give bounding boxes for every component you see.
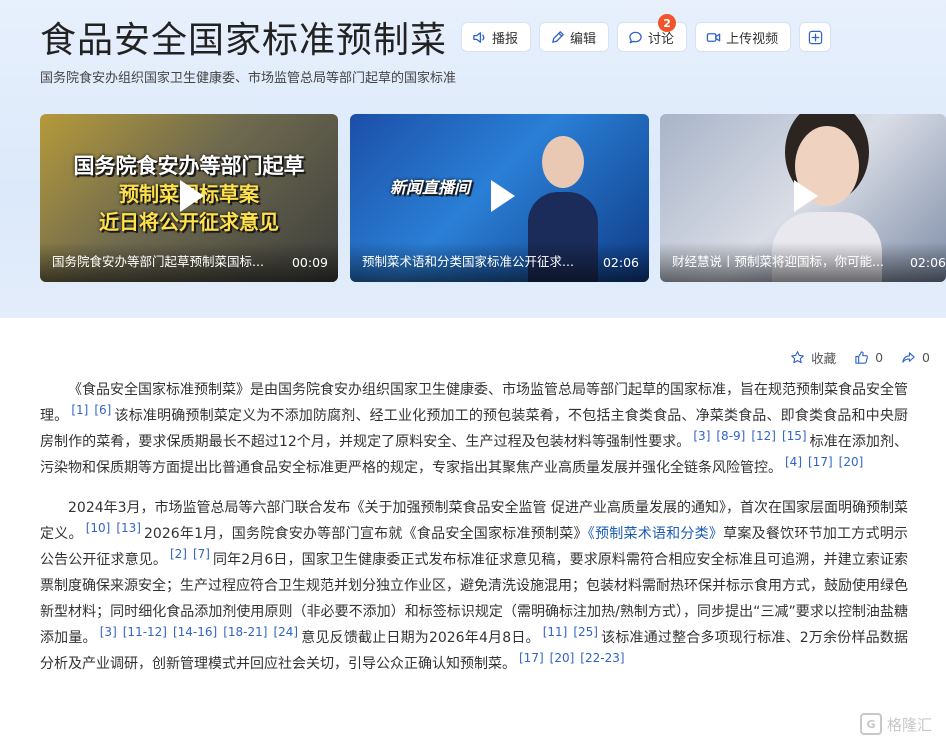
citation-link[interactable]: [4] (785, 455, 802, 469)
edit-button[interactable]: 编辑 (539, 22, 610, 52)
citation-link[interactable]: [1] (71, 403, 88, 417)
broadcast-label: 播报 (492, 31, 519, 47)
page-title: 食品安全国家标准预制菜 (40, 20, 448, 61)
citation-link[interactable]: [20] (550, 651, 575, 665)
chat-bubble-icon (629, 31, 642, 43)
broadcast-button[interactable]: 播报 (461, 22, 532, 52)
video-duration: 00:09 (291, 255, 328, 270)
like-button[interactable]: 0 (854, 350, 883, 365)
citation-link[interactable]: [10] (86, 521, 111, 535)
paragraph-2: 2024年3月，市场监管总局等六部门联合发布《关于加强预制菜食品安全监管 促进产… (40, 495, 908, 677)
citation-link[interactable]: [8-9] (716, 429, 745, 443)
share-button[interactable]: 0 (901, 350, 930, 365)
citation-link[interactable]: [15] (782, 429, 807, 443)
add-button[interactable] (799, 22, 832, 52)
video-card-2[interactable]: 新闻直播间 预制菜术语和分类国家标准公开征求... 02:06 (350, 114, 649, 282)
upload-video-button[interactable]: 上传视频 (695, 22, 792, 52)
citation-link[interactable]: [20] (839, 455, 864, 469)
video-card-1[interactable]: 国务院食安办等部门起草 预制菜国标草案 近日将公开征求意见 国务院食安办等部门起… (40, 114, 338, 282)
paragraph-text: 意见反馈截止日期为2026年4月8日。 (301, 630, 540, 646)
video-card-3[interactable]: 财经慧说丨预制菜将迎国标，你可能... 02:06 (660, 114, 946, 282)
video-caption: 预制菜术语和分类国家标准公开征求... (362, 254, 574, 269)
share-count: 0 (922, 350, 930, 365)
citation-link[interactable]: [25] (573, 625, 598, 639)
citation-link[interactable]: [14-16] (173, 625, 217, 639)
paragraph-text: 该标准明确预制菜定义为不添加防腐剂、经工业化预加工的预包装菜肴，不包括主食类食品… (40, 408, 909, 450)
citation-link[interactable]: [22-23] (580, 651, 624, 665)
citation-link[interactable]: [18-21] (223, 625, 267, 639)
watermark-logo-icon: G (859, 713, 882, 735)
article-body: 《食品安全国家标准预制菜》是由国务院食安办组织国家卫生健康委、市场监管总局等部门… (40, 377, 908, 691)
upload-video-label: 上传视频 (726, 31, 779, 47)
standard-link[interactable]: 《预制菜术语和分类》 (588, 526, 723, 542)
share-icon (902, 352, 915, 363)
speaker-icon (473, 31, 485, 43)
video-duration: 02:06 (602, 255, 639, 270)
favorite-label: 收藏 (811, 351, 837, 366)
citation-link[interactable]: [11] (543, 625, 568, 639)
paragraph-1: 《食品安全国家标准预制菜》是由国务院食安办组织国家卫生健康委、市场监管总局等部门… (40, 377, 908, 481)
favorite-button[interactable]: 收藏 (790, 348, 836, 367)
pencil-icon (552, 30, 564, 43)
play-icon[interactable] (478, 174, 522, 218)
like-count: 0 (875, 350, 884, 365)
citation-link[interactable]: [7] (193, 547, 210, 561)
video-duration: 02:06 (909, 255, 946, 270)
thumbs-up-icon (855, 351, 869, 364)
citation-link[interactable]: [2] (170, 547, 187, 561)
paragraph-text: 2026年1月，国务院食安办等部门宣布就《食品安全国家标准预制菜》 (144, 526, 588, 542)
watermark: G 格隆汇 (859, 713, 932, 735)
watermark-text: 格隆汇 (886, 715, 932, 734)
title-row: 食品安全国家标准预制菜 播报 编辑 讨论 2 上传视频 (40, 13, 839, 61)
citation-link[interactable]: [13] (116, 521, 141, 535)
plus-icon (808, 30, 822, 44)
citation-link[interactable]: [11-12] (123, 625, 167, 639)
news-banner: 新闻直播间 (390, 178, 471, 197)
citation-link[interactable]: [6] (94, 403, 111, 417)
edit-label: 编辑 (570, 31, 597, 47)
citation-link[interactable]: [3] (100, 625, 117, 639)
discussion-count-badge: 2 (658, 14, 677, 32)
page-subtitle: 国务院食安办组织国家卫生健康委、市场监管总局等部门起草的国家标准 (40, 71, 457, 86)
star-icon (791, 351, 804, 364)
video-caption: 国务院食安办等部门起草预制菜国标... (52, 254, 264, 269)
citation-link[interactable]: [17] (519, 651, 544, 665)
citation-link[interactable]: [24] (273, 625, 298, 639)
video-caption: 财经慧说丨预制菜将迎国标，你可能... (672, 254, 884, 269)
citation-link[interactable]: [17] (808, 455, 833, 469)
play-icon[interactable] (167, 174, 211, 218)
discuss-button[interactable]: 讨论 2 (617, 14, 688, 52)
citation-link[interactable]: [12] (751, 429, 776, 443)
play-icon[interactable] (781, 174, 825, 218)
video-camera-icon (706, 32, 721, 42)
citation-link[interactable]: [3] (693, 429, 710, 443)
article-tools: 收藏 0 0 (772, 348, 930, 367)
